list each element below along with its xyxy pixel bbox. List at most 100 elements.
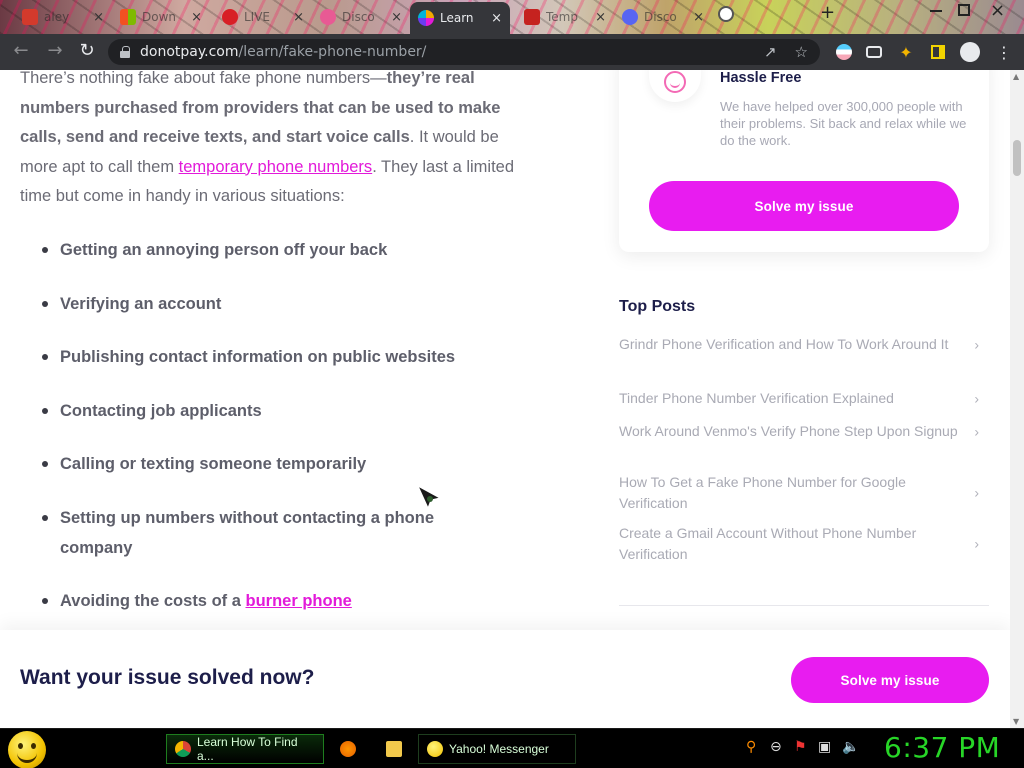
- cta-solve-my-issue-button[interactable]: Solve my issue: [791, 657, 989, 703]
- reload-icon[interactable]: ↻: [72, 40, 102, 61]
- scrollbar-thumb[interactable]: [1013, 140, 1021, 176]
- folder-icon[interactable]: [386, 741, 402, 757]
- tab-close-icon[interactable]: ×: [391, 10, 402, 25]
- tab-favicon-icon: [622, 9, 638, 25]
- top-post-link[interactable]: Work Around Venmo's Verify Phone Step Up…: [619, 421, 989, 442]
- browser-tab-strip: aley × Down × LIVE × Disco × Learn × Tem…: [0, 0, 1024, 34]
- browser-tab[interactable]: Disco ×: [312, 4, 410, 30]
- back-icon[interactable]: ←: [6, 40, 36, 61]
- list-item: Setting up numbers without contacting a …: [40, 503, 450, 563]
- taskbar-item-label: Learn How To Find a...: [197, 735, 298, 763]
- list-item: Avoiding the costs of a burner phone: [40, 586, 480, 616]
- scroll-up-icon[interactable]: ▲: [1013, 72, 1019, 81]
- tab-favicon-icon: [22, 9, 38, 25]
- top-post-link[interactable]: Grindr Phone Verification and How To Wor…: [619, 334, 989, 355]
- web-page: There’s nothing fake about fake phone nu…: [0, 70, 1010, 728]
- profile-avatar-icon[interactable]: [960, 42, 980, 62]
- browser-tab[interactable]: Down ×: [112, 4, 210, 30]
- tab-close-icon[interactable]: ×: [693, 10, 704, 25]
- bookmark-star-icon[interactable]: ☆: [795, 43, 808, 61]
- top-post-link[interactable]: How To Get a Fake Phone Number for Googl…: [619, 472, 989, 514]
- post-title: Tinder Phone Number Verification Explain…: [619, 390, 894, 406]
- forward-icon[interactable]: →: [40, 40, 70, 61]
- card-text: We have helped over 300,000 people with …: [720, 99, 967, 148]
- tab-close-icon[interactable]: ×: [93, 10, 104, 25]
- tab-favicon-icon: [320, 9, 336, 25]
- temporary-phone-numbers-link[interactable]: temporary phone numbers: [179, 158, 373, 176]
- list-item: Calling or texting someone temporarily: [40, 449, 480, 479]
- taskbar-item-yahoo-messenger[interactable]: Yahoo! Messenger: [418, 734, 576, 764]
- tab-favicon-icon: [120, 9, 136, 25]
- tab-favicon-icon: [524, 9, 540, 25]
- tray-minus-icon[interactable]: ⊖: [770, 739, 782, 755]
- url-path: /learn/fake-phone-number/: [238, 44, 427, 60]
- tab-label: Down: [142, 10, 177, 24]
- tab-favicon-icon: [418, 10, 434, 26]
- window-close-icon[interactable]: ×: [990, 0, 1005, 21]
- share-icon[interactable]: ↗: [764, 43, 777, 61]
- tab-label: Learn: [440, 11, 474, 25]
- chevron-right-icon: ›: [974, 336, 979, 352]
- top-posts-heading: Top Posts: [619, 298, 696, 315]
- extension-glasses-icon[interactable]: [864, 42, 884, 62]
- volume-icon[interactable]: 🔈: [842, 739, 859, 755]
- yahoo-messenger-icon: [427, 741, 443, 757]
- tab-close-icon[interactable]: ×: [293, 10, 304, 25]
- taskbar-item-chrome[interactable]: Learn How To Find a...: [166, 734, 324, 764]
- tab-close-icon[interactable]: ×: [491, 11, 502, 26]
- post-title: Work Around Venmo's Verify Phone Step Up…: [619, 423, 958, 439]
- firefox-icon[interactable]: [340, 741, 356, 757]
- network-icon[interactable]: ▣: [818, 739, 831, 755]
- browser-tab[interactable]: Disco ×: [614, 4, 712, 30]
- browser-tab[interactable]: Temp ×: [516, 4, 614, 30]
- minimize-icon[interactable]: [930, 10, 942, 12]
- scroll-down-icon[interactable]: ▼: [1013, 717, 1019, 726]
- lock-icon: [120, 46, 130, 58]
- start-smiley-icon[interactable]: [8, 731, 46, 768]
- solve-my-issue-button[interactable]: Solve my issue: [649, 181, 959, 231]
- chrome-icon: [175, 741, 191, 757]
- chevron-right-icon: ›: [974, 390, 979, 406]
- search-icon[interactable]: ⚲: [746, 739, 756, 755]
- list-item-text: Avoiding the costs of a: [60, 592, 246, 610]
- intro-text: There’s nothing fake about fake phone nu…: [20, 70, 387, 87]
- browser-toolbar: ← → ↻ donotpay.com /learn/fake-phone-num…: [0, 34, 1024, 70]
- list-item: Verifying an account: [40, 289, 480, 319]
- taskbar-item-label: Yahoo! Messenger: [449, 742, 549, 756]
- sidebar-divider: [619, 605, 989, 606]
- extension-flag-icon[interactable]: [834, 42, 854, 62]
- tab-label: LIVE: [244, 10, 271, 24]
- cta-title: Want your issue solved now?: [20, 666, 315, 689]
- browser-tab[interactable]: LIVE ×: [214, 4, 312, 30]
- browser-tab[interactable]: aley ×: [14, 4, 112, 30]
- top-post-link[interactable]: Create a Gmail Account Without Phone Num…: [619, 523, 989, 565]
- tray-flag-icon[interactable]: ⚑: [794, 739, 807, 755]
- extensions-puzzle-icon[interactable]: ✦: [896, 42, 916, 62]
- browser-tab-active[interactable]: Learn ×: [410, 2, 510, 34]
- tab-label: Disco: [342, 10, 375, 24]
- tab-label: Temp: [546, 10, 578, 24]
- burner-phone-link[interactable]: burner phone: [246, 592, 352, 610]
- mouse-cursor-icon: [416, 484, 442, 510]
- tab-close-icon[interactable]: ×: [191, 10, 202, 25]
- chevron-right-icon: ›: [974, 484, 979, 501]
- hassle-free-card: Hassle Free We have helped over 300,000 …: [619, 70, 989, 252]
- address-bar[interactable]: donotpay.com /learn/fake-phone-number/ ↗…: [108, 39, 820, 65]
- card-title: Hassle Free: [720, 70, 802, 86]
- list-item: Publishing contact information on public…: [40, 342, 480, 372]
- side-panel-icon[interactable]: [928, 42, 948, 62]
- post-title: How To Get a Fake Phone Number for Googl…: [619, 474, 906, 511]
- list-item: Getting an annoying person off your back: [40, 235, 480, 265]
- new-tab-icon[interactable]: +: [820, 2, 835, 23]
- chevron-right-icon: ›: [974, 423, 979, 439]
- post-title: Create a Gmail Account Without Phone Num…: [619, 525, 917, 562]
- page-scrollbar[interactable]: ▲ ▼: [1010, 70, 1024, 728]
- tab-close-icon[interactable]: ×: [595, 10, 606, 25]
- chevron-right-icon: ›: [974, 535, 979, 552]
- top-post-link[interactable]: Tinder Phone Number Verification Explain…: [619, 388, 989, 409]
- post-title: Grindr Phone Verification and How To Wor…: [619, 336, 949, 352]
- restore-icon[interactable]: [958, 4, 970, 16]
- github-tab-icon[interactable]: [718, 6, 734, 22]
- menu-kebab-icon[interactable]: ⋮: [994, 42, 1014, 62]
- article-intro-paragraph: There’s nothing fake about fake phone nu…: [20, 70, 520, 212]
